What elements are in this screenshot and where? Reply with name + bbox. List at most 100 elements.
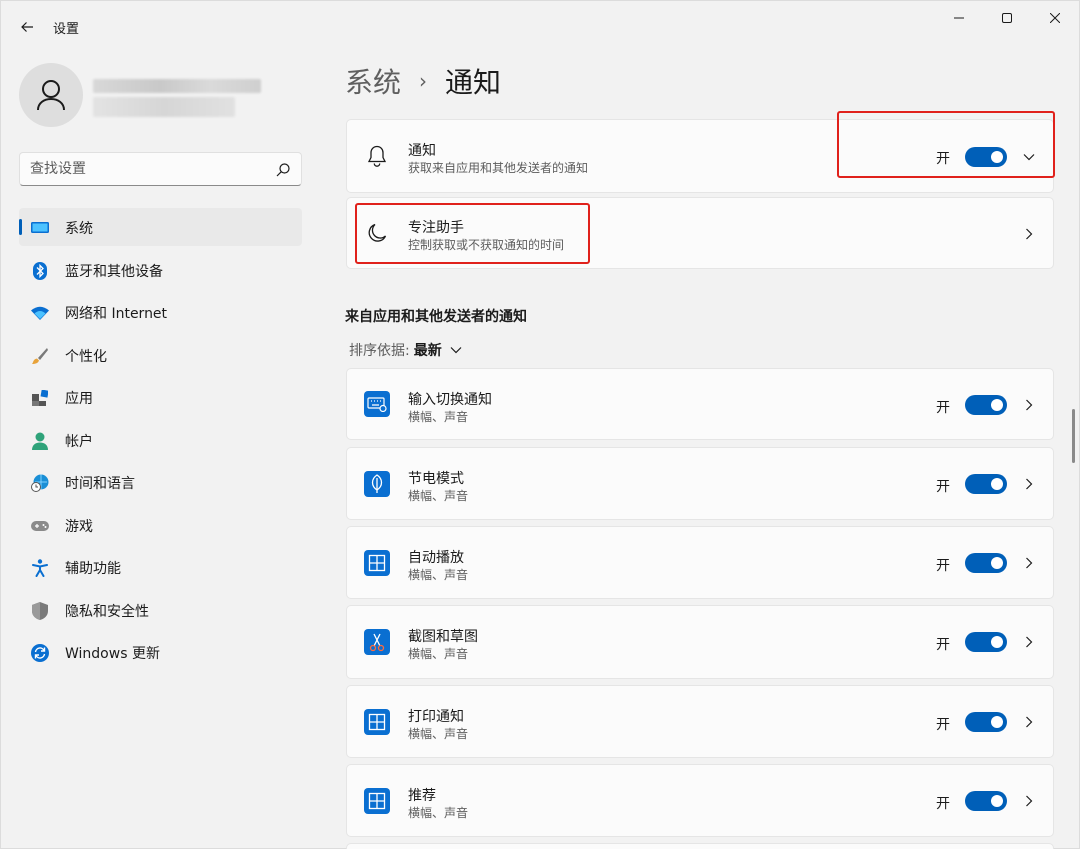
chevron-right-icon[interactable] [1023, 399, 1035, 411]
sidebar-item-network[interactable]: 网络和 Internet [19, 293, 302, 331]
sidebar-item-apps[interactable]: 应用 [19, 378, 302, 416]
chevron-down-icon[interactable] [1023, 151, 1035, 163]
card-subtitle: 控制获取或不获取通知的时间 [408, 238, 565, 252]
maximize-button[interactable] [983, 1, 1031, 35]
sidebar-item-accessibility[interactable]: 辅助功能 [19, 548, 302, 586]
keyboard-settings-icon [364, 391, 390, 417]
toggle-state-label: 开 [936, 479, 950, 495]
sidebar-item-label: 个性化 [65, 348, 107, 365]
card-title: 打印通知 [408, 709, 464, 725]
app-notification-row[interactable]: 节电模式 横幅、声音 开 [346, 447, 1054, 520]
person-icon [31, 432, 49, 450]
app-notification-row[interactable]: 推荐 横幅、声音 开 [346, 764, 1054, 837]
sort-label: 排序依据: [349, 343, 410, 359]
sidebar-item-personalization[interactable]: 个性化 [19, 336, 302, 374]
card-title: 推荐 [408, 788, 436, 804]
sidebar-item-time-language[interactable]: 时间和语言 [19, 463, 302, 501]
leaf-icon [364, 470, 390, 497]
search-icon[interactable] [275, 162, 291, 178]
chevron-right-icon[interactable] [1023, 557, 1035, 569]
toggle-state-label: 开 [936, 796, 950, 812]
sidebar-item-label: 网络和 Internet [65, 306, 168, 322]
app-toggle[interactable] [965, 791, 1007, 811]
card-title: 通知 [408, 143, 436, 159]
person-icon [37, 80, 65, 111]
app-notification-row[interactable]: 输入切换通知 横幅、声音 开 [346, 368, 1054, 440]
sidebar-item-label: 隐私和安全性 [65, 603, 149, 620]
app-toggle[interactable] [965, 632, 1007, 652]
toggle-state-label: 开 [936, 637, 950, 653]
sidebar-nav: 系统 蓝牙和其他设备 网络和 Internet 个性化 应用 帐户 时间和语言 [19, 208, 302, 676]
shield-icon [31, 601, 49, 620]
scrollbar-thumb[interactable] [1072, 409, 1075, 463]
app-toggle[interactable] [965, 553, 1007, 573]
chevron-right-icon[interactable] [1023, 716, 1035, 728]
notifications-toggle[interactable] [965, 147, 1007, 167]
sidebar-item-gaming[interactable]: 游戏 [19, 506, 302, 544]
card-subtitle: 横幅、声音 [408, 568, 469, 582]
sidebar-item-label: 应用 [65, 391, 93, 407]
app-notification-row-partial[interactable] [346, 843, 1054, 849]
card-title: 自动播放 [408, 550, 464, 566]
focus-assist-card[interactable]: 专注助手 控制获取或不获取通知的时间 [346, 197, 1054, 269]
sidebar-item-system[interactable]: 系统 [19, 208, 302, 246]
app-icon-wrap [363, 470, 391, 498]
breadcrumb: 系统 › 通知 [345, 61, 501, 101]
chevron-down-icon [450, 347, 462, 354]
card-title: 专注助手 [408, 220, 464, 236]
app-notification-row[interactable]: 打印通知 横幅、声音 开 [346, 685, 1054, 758]
sort-value: 最新 [413, 343, 442, 359]
back-button[interactable] [13, 13, 41, 41]
chevron-right-icon[interactable] [1023, 478, 1035, 490]
card-subtitle: 获取来自应用和其他发送者的通知 [408, 161, 589, 175]
app-notification-row[interactable]: 自动播放 横幅、声音 开 [346, 526, 1054, 599]
monitor-icon [31, 219, 49, 237]
breadcrumb-parent[interactable]: 系统 [345, 61, 401, 101]
close-icon [1050, 13, 1060, 23]
sidebar-item-label: 辅助功能 [65, 561, 121, 577]
close-button[interactable] [1031, 1, 1079, 35]
app-toggle[interactable] [965, 474, 1007, 494]
minimize-button[interactable] [935, 1, 983, 35]
chevron-right-icon[interactable] [1023, 636, 1035, 648]
sidebar-item-bluetooth[interactable]: 蓝牙和其他设备 [19, 251, 302, 289]
app-icon-wrap [363, 549, 391, 577]
app-icon-wrap [363, 390, 391, 418]
card-subtitle: 横幅、声音 [408, 410, 469, 424]
update-icon [31, 644, 49, 662]
accessibility-icon [31, 559, 49, 577]
app-toggle[interactable] [965, 395, 1007, 415]
toggle-state-label: 开 [936, 717, 950, 733]
avatar[interactable] [19, 63, 83, 127]
bell-icon [363, 142, 391, 170]
minimize-icon [954, 17, 964, 19]
card-title: 截图和草图 [408, 629, 478, 645]
apps-icon [31, 389, 49, 407]
toggle-state-label: 开 [936, 400, 950, 416]
wifi-icon [31, 304, 49, 322]
bluetooth-icon [31, 261, 49, 280]
profile-email-redacted [93, 97, 235, 117]
search-box[interactable] [19, 152, 302, 186]
app-icon-wrap [363, 628, 391, 656]
back-arrow-icon [21, 22, 33, 32]
gamepad-icon [31, 517, 49, 535]
card-subtitle: 横幅、声音 [408, 489, 469, 503]
notifications-card[interactable]: 通知 获取来自应用和其他发送者的通知 开 [346, 119, 1054, 193]
profile-name-redacted [93, 79, 261, 93]
app-notification-row[interactable]: 截图和草图 横幅、声音 开 [346, 605, 1054, 679]
app-toggle[interactable] [965, 712, 1007, 732]
sidebar-item-label: 时间和语言 [65, 476, 135, 492]
sidebar-item-accounts[interactable]: 帐户 [19, 421, 302, 459]
page-title: 通知 [445, 66, 502, 99]
app-grid-icon [364, 549, 390, 576]
chevron-right-icon[interactable] [1023, 795, 1035, 807]
sort-dropdown[interactable]: 排序依据: 最新 [349, 340, 462, 360]
chevron-right-icon[interactable] [1023, 228, 1035, 240]
toggle-state-label: 开 [936, 558, 950, 574]
search-input[interactable] [30, 159, 270, 179]
app-icon-wrap [363, 708, 391, 736]
title-bar: 设置 [1, 1, 1079, 49]
sidebar-item-windows-update[interactable]: Windows 更新 [19, 633, 302, 671]
sidebar-item-privacy[interactable]: 隐私和安全性 [19, 591, 302, 629]
